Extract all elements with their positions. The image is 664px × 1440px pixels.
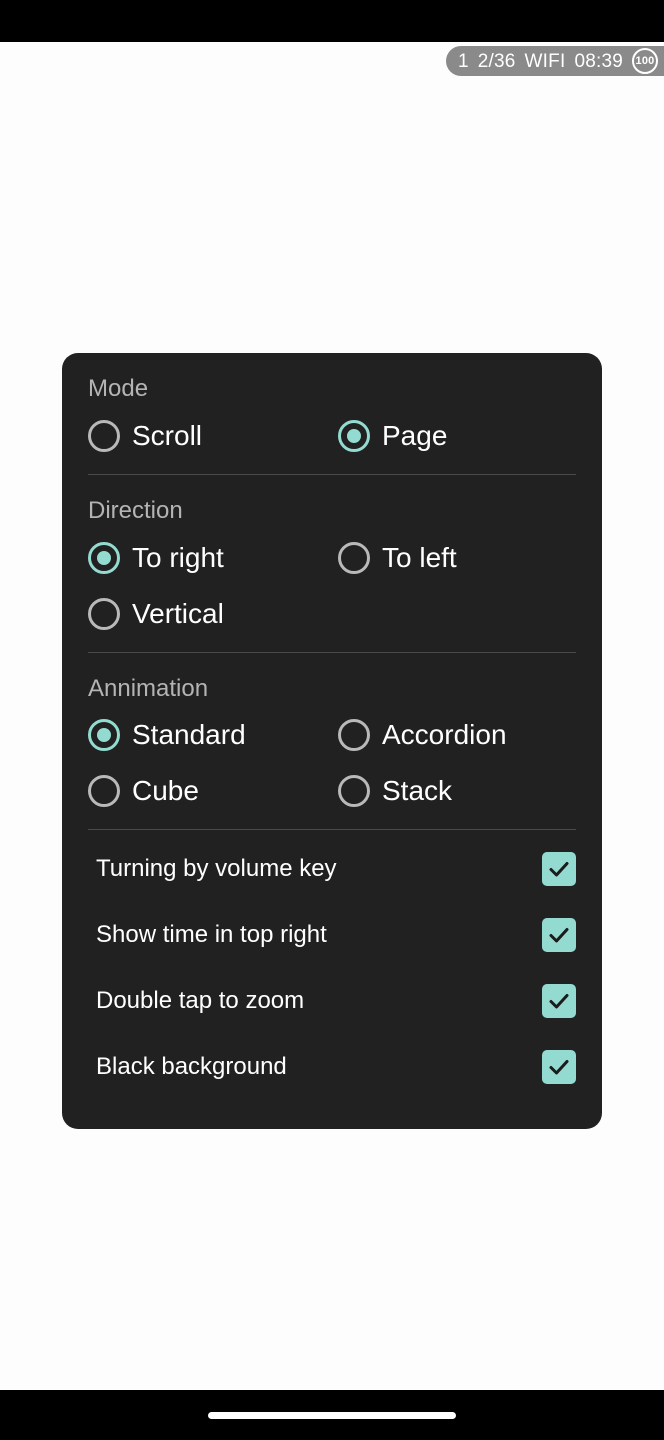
radio-option-standard[interactable]: Standard <box>88 707 338 763</box>
toggle-row-show-time[interactable]: Show time in top right <box>62 902 602 968</box>
radio-option-accordion[interactable]: Accordion <box>338 707 588 763</box>
radio-cube-icon[interactable] <box>88 775 120 808</box>
section-mode: Mode Scroll Page <box>62 353 602 475</box>
checkbox-double-tap-zoom-icon[interactable] <box>542 984 576 1019</box>
chapter-number: 1 <box>457 50 469 72</box>
mode-option-group: Scroll Page <box>62 408 602 464</box>
radio-stack-icon[interactable] <box>338 775 370 808</box>
section-animation: Annimation Standard Accordion Cube Stack <box>62 653 602 831</box>
radio-label-scroll: Scroll <box>132 419 203 451</box>
checkbox-volume-key-icon[interactable] <box>542 852 576 887</box>
toggle-label-volume-key: Turning by volume key <box>96 855 337 883</box>
radio-option-to-right[interactable]: To right <box>88 530 338 586</box>
toggle-label-show-time: Show time in top right <box>96 921 327 949</box>
radio-option-to-left[interactable]: To left <box>338 530 588 586</box>
radio-label-page: Page <box>382 419 448 451</box>
toggle-label-black-background: Black background <box>96 1053 287 1081</box>
toggle-label-double-tap-zoom: Double tap to zoom <box>96 987 305 1015</box>
radio-accordion-icon[interactable] <box>338 719 370 752</box>
toggle-row-volume-key[interactable]: Turning by volume key <box>62 836 602 902</box>
system-navigation-bar <box>0 1390 664 1440</box>
home-gesture-pill[interactable] <box>208 1411 456 1419</box>
direction-option-group: To right To left Vertical <box>62 530 602 642</box>
section-title-animation: Annimation <box>88 674 209 702</box>
toggle-row-double-tap-zoom[interactable]: Double tap to zoom <box>62 968 602 1034</box>
radio-label-cube: Cube <box>132 775 199 807</box>
radio-option-scroll[interactable]: Scroll <box>88 408 338 464</box>
section-direction: Direction To right To left Vertical <box>62 475 602 653</box>
toggle-settings-list: Turning by volume key Show time in top r… <box>62 830 602 1100</box>
checkbox-show-time-icon[interactable] <box>542 918 576 953</box>
network-label: WIFI <box>524 50 566 72</box>
radio-to-left-icon[interactable] <box>338 541 370 574</box>
radio-scroll-icon[interactable] <box>88 419 120 452</box>
radio-label-accordion: Accordion <box>382 719 507 751</box>
radio-label-stack: Stack <box>382 775 453 807</box>
section-title-direction: Direction <box>88 496 183 524</box>
page-indicator: 2/36 <box>477 50 516 72</box>
toggle-row-black-background[interactable]: Black background <box>62 1034 602 1100</box>
section-title-mode: Mode <box>88 375 149 402</box>
radio-option-cube[interactable]: Cube <box>88 763 338 819</box>
battery-percent-label: 100 <box>635 54 655 67</box>
radio-to-right-icon[interactable] <box>88 541 120 574</box>
reader-status-overlay: 1 2/36 WIFI 08:39 100 <box>445 46 664 76</box>
battery-ring-icon: 100 <box>632 48 658 74</box>
radio-label-to-left: To left <box>382 541 457 573</box>
reader-settings-panel: Mode Scroll Page Direction To right To l… <box>62 353 602 1129</box>
radio-option-page[interactable]: Page <box>338 408 588 464</box>
phone-screen: 1 2/36 WIFI 08:39 100 Mode Scroll Page D… <box>0 0 664 1440</box>
radio-label-vertical: Vertical <box>132 597 224 629</box>
radio-vertical-icon[interactable] <box>88 597 120 630</box>
radio-label-to-right: To right <box>132 541 224 573</box>
radio-label-standard: Standard <box>132 719 246 751</box>
clock-label: 08:39 <box>574 50 623 72</box>
radio-page-icon[interactable] <box>338 419 370 452</box>
status-notch-bar <box>0 0 664 42</box>
radio-standard-icon[interactable] <box>88 719 120 752</box>
radio-option-vertical[interactable]: Vertical <box>88 586 588 642</box>
animation-option-group: Standard Accordion Cube Stack <box>62 707 602 819</box>
checkbox-black-background-icon[interactable] <box>542 1050 576 1085</box>
radio-option-stack[interactable]: Stack <box>338 763 588 819</box>
